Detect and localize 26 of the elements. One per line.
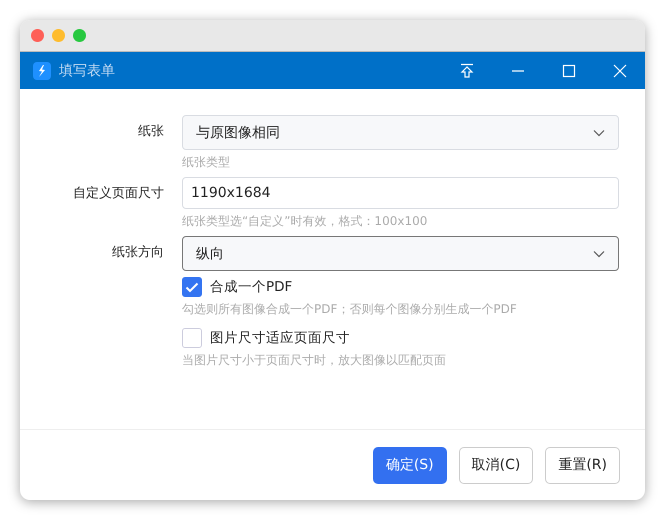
checkbox[interactable]	[182, 328, 202, 348]
hint-text: 纸张类型	[182, 154, 231, 171]
dialog-button[interactable]: 取消(C)	[458, 446, 534, 484]
pin-top-icon[interactable]	[459, 62, 475, 78]
field-label: 纸张	[137, 123, 164, 141]
close-icon[interactable]	[612, 62, 628, 78]
close-icon[interactable]	[31, 29, 44, 42]
chevron-down-icon	[593, 128, 605, 136]
checkbox-label[interactable]: 合成一个PDF	[210, 278, 292, 296]
chevron-down-icon	[593, 250, 605, 258]
field-label: 自定义页面尺寸	[72, 185, 164, 203]
check-icon	[185, 282, 199, 292]
field-label: 纸张方向	[111, 244, 164, 262]
app-icon	[33, 62, 51, 80]
window-title: 填写表单	[59, 62, 115, 80]
dropdown[interactable]: 与原图像相同	[182, 115, 619, 150]
confirm-button[interactable]: 确定(S)	[372, 446, 447, 484]
hint-text: 当图片尺寸小于页面尺寸时，放大图像以匹配页面	[182, 352, 447, 369]
dialog-button[interactable]: 重置(R)	[545, 446, 620, 484]
hint-text: 纸张类型选“自定义”时有效，格式：100x100	[182, 213, 428, 230]
dropdown[interactable]: 纵向	[182, 236, 619, 271]
input-field[interactable]: 1190x1684	[182, 177, 619, 209]
checkbox-label[interactable]: 图片尺寸适应页面尺寸	[210, 329, 350, 347]
checkbox[interactable]	[182, 277, 202, 297]
maximize-icon[interactable]	[561, 62, 577, 78]
hint-text: 勾选则所有图像合成一个PDF；否则每个图像分别生成一个PDF	[182, 301, 518, 318]
